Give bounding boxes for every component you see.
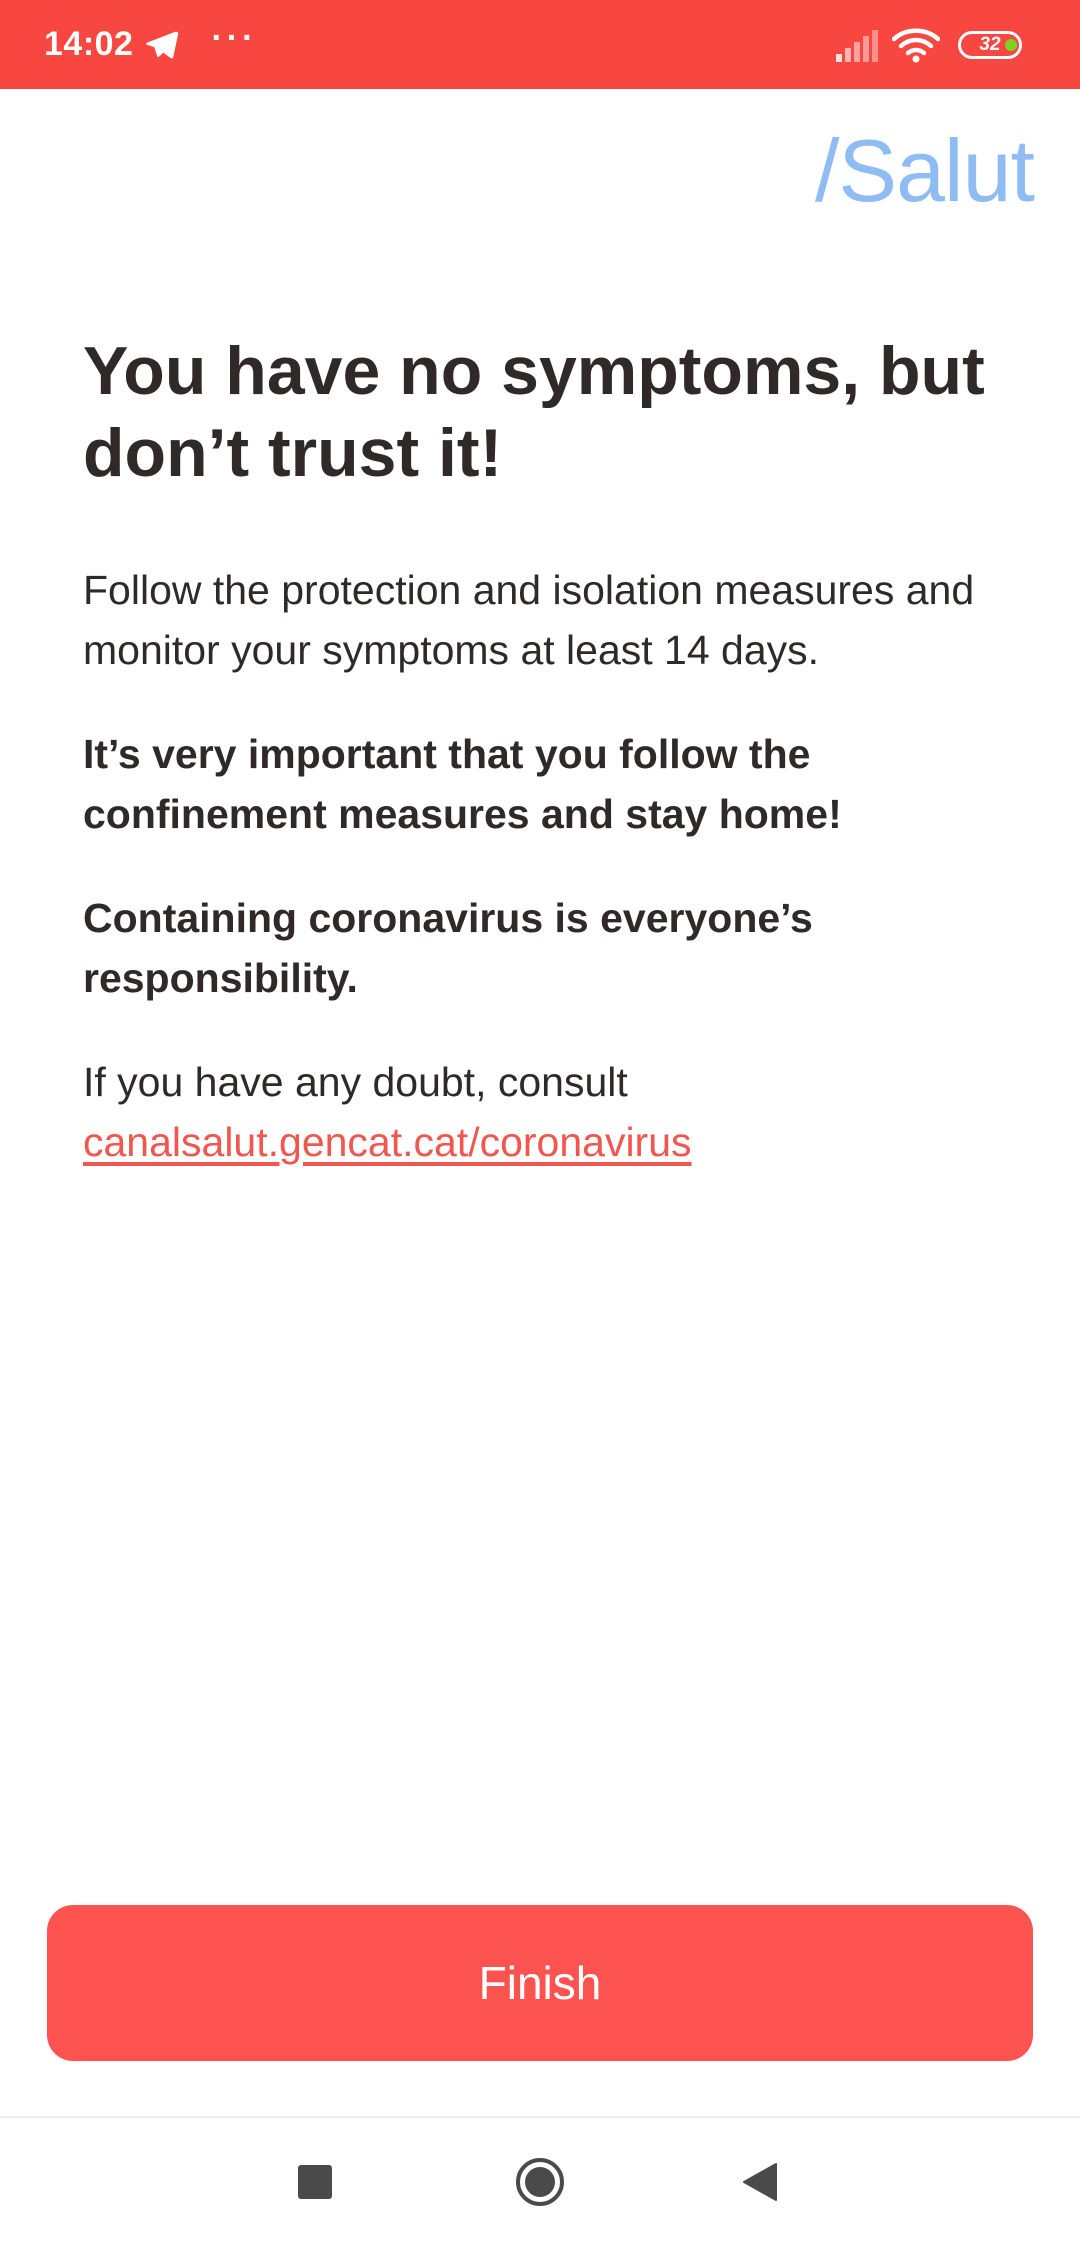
battery-icon: 32	[958, 30, 1022, 59]
finish-button[interactable]: Finish	[47, 1905, 1033, 2061]
status-time: 14:02	[44, 25, 134, 63]
responsibility-paragraph: Containing coronavirus is everyone’s res…	[83, 895, 813, 1001]
signal-icon	[836, 29, 878, 62]
consult-text: If you have any doubt, consult	[83, 1059, 628, 1105]
finish-button-label: Finish	[478, 1957, 602, 2009]
more-notifications-icon: ···	[211, 18, 258, 57]
measures-paragraph: Follow the protection and isolation meas…	[83, 567, 975, 673]
consult-paragraph: If you have any doubt, consult canalsalu…	[83, 1052, 1003, 1172]
result-content: You have no symptoms, but don’t trust it…	[83, 330, 1003, 1172]
screen: 14:02 ··· 32 /Salut You have no symptoms…	[0, 0, 1080, 2246]
canalsalut-link[interactable]: canalsalut.gencat.cat/coronavirus	[83, 1119, 692, 1165]
battery-charge-indicator	[1005, 38, 1017, 51]
result-headline: You have no symptoms, but don’t trust it…	[83, 333, 985, 491]
back-triangle-icon[interactable]	[742, 2162, 778, 2202]
salut-logo: /Salut	[814, 121, 1035, 220]
status-right: 32	[836, 0, 1022, 89]
status-bar: 14:02 ··· 32	[0, 0, 1080, 89]
system-nav-bar	[0, 2118, 1080, 2246]
status-left: 14:02 ···	[44, 0, 257, 89]
battery-level: 32	[979, 33, 1001, 55]
wifi-icon	[892, 28, 940, 62]
telegram-icon	[143, 27, 179, 63]
home-circle-icon[interactable]	[514, 2156, 566, 2208]
recents-square-icon[interactable]	[298, 2165, 332, 2199]
stay-home-paragraph: It’s very important that you follow the …	[83, 731, 842, 837]
